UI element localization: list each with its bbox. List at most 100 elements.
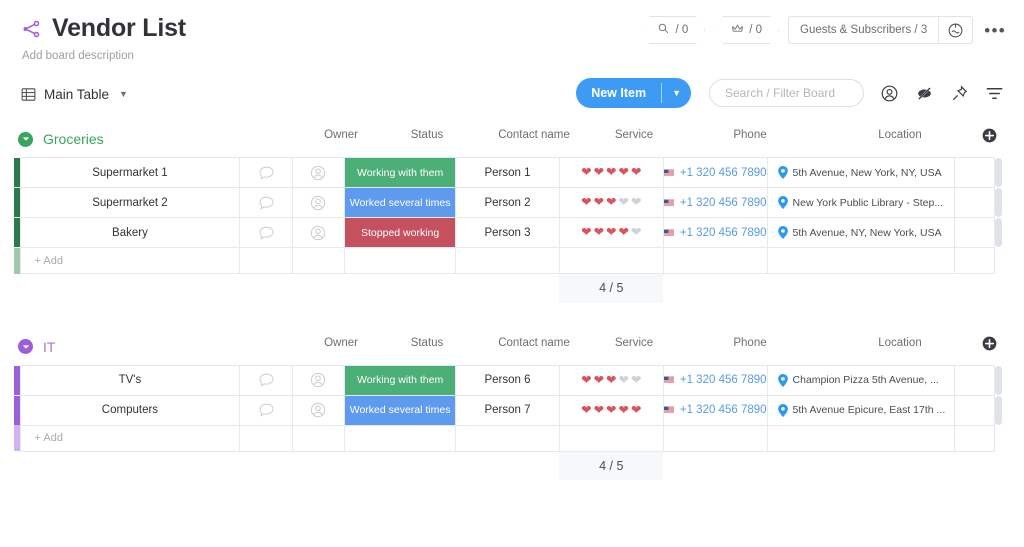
column-header-status[interactable]: Status: [367, 129, 487, 141]
add-item-label[interactable]: + Add: [19, 247, 241, 274]
heart-icon[interactable]: ❤: [619, 196, 629, 209]
heart-icon[interactable]: ❤: [594, 404, 604, 417]
cell-owner[interactable]: [291, 187, 346, 218]
crown-button[interactable]: / 0: [714, 16, 779, 44]
cell-item-name[interactable]: Supermarket 1: [19, 157, 241, 188]
pin-icon[interactable]: [950, 84, 969, 103]
cell-item-name[interactable]: TV's: [19, 364, 241, 396]
cell-item-name[interactable]: Supermarket 2: [19, 187, 241, 218]
heart-icon[interactable]: ❤: [594, 196, 604, 209]
cell-owner[interactable]: [291, 217, 346, 248]
plus-circle-icon[interactable]: [982, 128, 997, 143]
heart-icon[interactable]: ❤: [594, 166, 604, 179]
heart-icon[interactable]: ❤: [581, 374, 591, 387]
column-header-status[interactable]: Status: [367, 337, 487, 349]
activity-log-button[interactable]: / 0: [640, 16, 705, 44]
heart-icon[interactable]: ❤: [619, 374, 629, 387]
person-filter-icon[interactable]: [880, 84, 899, 103]
table-row[interactable]: Bakery Stopped working Person 3 ❤ ❤ ❤ ❤ ❤ +1…: [14, 217, 1006, 248]
cell-owner[interactable]: [291, 364, 346, 396]
hide-eye-icon[interactable]: [915, 84, 934, 103]
cell-service[interactable]: ❤ ❤ ❤ ❤ ❤: [558, 157, 664, 188]
heart-icon[interactable]: ❤: [606, 374, 616, 387]
board-description[interactable]: Add board description: [22, 50, 1004, 62]
location-text[interactable]: 5th Avenue, New York, NY, USA: [793, 167, 942, 179]
cell-location[interactable]: Champion Pizza 5th Avenue, ...: [766, 364, 956, 396]
cell-service[interactable]: ❤ ❤ ❤ ❤ ❤: [558, 364, 664, 396]
horizontal-scrollbar[interactable]: [994, 157, 1006, 188]
column-header-location[interactable]: Location: [840, 129, 960, 141]
add-item-row[interactable]: + Add: [14, 424, 1006, 452]
horizontal-scrollbar[interactable]: [994, 395, 1006, 425]
add-item-row[interactable]: + Add: [14, 247, 1006, 274]
heart-icon[interactable]: ❤: [581, 404, 591, 417]
service-rating[interactable]: ❤ ❤ ❤ ❤ ❤: [560, 374, 662, 387]
cell-status[interactable]: Working with them: [344, 364, 457, 396]
new-item-button[interactable]: New Item ▼: [576, 78, 691, 108]
service-rating[interactable]: ❤ ❤ ❤ ❤ ❤: [560, 196, 662, 209]
heart-icon[interactable]: ❤: [594, 374, 604, 387]
status-badge[interactable]: Working with them: [345, 366, 455, 394]
location-text[interactable]: New York Public Library - Step...: [793, 197, 944, 209]
heart-icon[interactable]: ❤: [594, 226, 604, 239]
service-rating[interactable]: ❤ ❤ ❤ ❤ ❤: [560, 166, 662, 179]
location-text[interactable]: Champion Pizza 5th Avenue, ...: [793, 374, 939, 386]
cell-contact-name[interactable]: Person 2: [455, 187, 560, 218]
cell-contact-name[interactable]: Person 6: [455, 364, 560, 396]
cell-status[interactable]: Working with them: [344, 157, 457, 188]
cell-phone[interactable]: +1 320 456 7890: [662, 187, 768, 218]
column-header-service[interactable]: Service: [574, 129, 694, 141]
heart-icon[interactable]: ❤: [619, 226, 629, 239]
plus-circle-icon[interactable]: [982, 336, 997, 351]
heart-icon[interactable]: ❤: [631, 374, 641, 387]
cell-status[interactable]: Worked several times: [344, 394, 457, 426]
phone-number[interactable]: +1 320 456 7890: [680, 227, 766, 239]
service-rating[interactable]: ❤ ❤ ❤ ❤ ❤: [560, 226, 662, 239]
cell-location[interactable]: 5th Avenue, New York, NY, USA: [766, 157, 956, 188]
heart-icon[interactable]: ❤: [606, 166, 616, 179]
cell-phone[interactable]: +1 320 456 7890: [662, 157, 768, 188]
cell-phone[interactable]: +1 320 456 7890: [662, 394, 768, 426]
cell-service[interactable]: ❤ ❤ ❤ ❤ ❤: [558, 394, 664, 426]
chevron-down-icon[interactable]: ▼: [119, 89, 128, 99]
heart-icon[interactable]: ❤: [581, 196, 591, 209]
cell-phone[interactable]: +1 320 456 7890: [662, 217, 768, 248]
invite-members-icon[interactable]: [939, 22, 972, 39]
cell-item-name[interactable]: Computers: [19, 394, 241, 426]
service-rating[interactable]: ❤ ❤ ❤ ❤ ❤: [560, 404, 662, 417]
cell-status[interactable]: Stopped working: [344, 217, 457, 248]
cell-owner[interactable]: [291, 394, 346, 426]
heart-icon[interactable]: ❤: [606, 226, 616, 239]
horizontal-scrollbar[interactable]: [994, 217, 1006, 248]
heart-icon[interactable]: ❤: [631, 196, 641, 209]
status-badge[interactable]: Working with them: [345, 158, 455, 187]
sort-filter-icon[interactable]: [985, 84, 1004, 103]
table-row[interactable]: Supermarket 1 Working with them Person 1…: [14, 157, 1006, 188]
heart-icon[interactable]: ❤: [619, 166, 629, 179]
status-badge[interactable]: Worked several times: [345, 396, 455, 424]
cell-owner[interactable]: [291, 157, 346, 188]
search-input[interactable]: [725, 86, 848, 100]
table-row[interactable]: TV's Working with them Person 6 ❤ ❤ ❤ ❤ ❤ +1…: [14, 364, 1006, 396]
heart-icon[interactable]: ❤: [606, 404, 616, 417]
chevron-down-icon[interactable]: ▼: [662, 78, 691, 108]
more-options-button[interactable]: •••: [982, 22, 1008, 39]
cell-comment[interactable]: [239, 394, 293, 426]
horizontal-scrollbar[interactable]: [994, 365, 1006, 395]
cell-location[interactable]: 5th Avenue Epicure, East 17th ...: [766, 394, 956, 426]
heart-icon[interactable]: ❤: [581, 226, 591, 239]
horizontal-scrollbar[interactable]: [994, 187, 1006, 218]
column-header-phone[interactable]: Phone: [690, 129, 810, 141]
cell-phone[interactable]: +1 320 456 7890: [662, 364, 768, 396]
cell-item-name[interactable]: Bakery: [19, 217, 241, 248]
table-row[interactable]: Computers Worked several times Person 7 …: [14, 394, 1006, 426]
heart-icon[interactable]: ❤: [631, 404, 641, 417]
page-title[interactable]: Vendor List: [52, 14, 186, 43]
cell-contact-name[interactable]: Person 3: [455, 217, 560, 248]
cell-location[interactable]: 5th Avenue, NY, New York, USA: [766, 217, 956, 248]
heart-icon[interactable]: ❤: [631, 166, 641, 179]
cell-comment[interactable]: [239, 187, 293, 218]
phone-number[interactable]: +1 320 456 7890: [680, 167, 766, 179]
cell-location[interactable]: New York Public Library - Step...: [766, 187, 956, 218]
status-badge[interactable]: Worked several times: [345, 188, 455, 217]
